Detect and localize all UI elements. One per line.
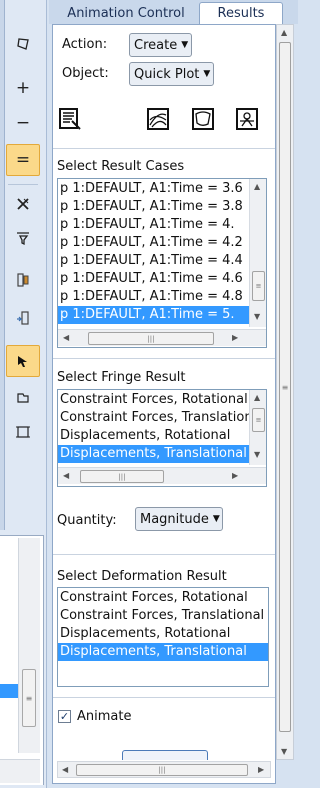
left-list-panel: ≡ bbox=[0, 535, 44, 785]
scroll-thumb[interactable]: ||| bbox=[88, 332, 214, 345]
deformation-attributes-icon[interactable] bbox=[190, 106, 216, 132]
fringe-result-list[interactable]: Constraint Forces, Rotational Constraint… bbox=[57, 389, 267, 487]
scroll-right-icon[interactable]: ▶ bbox=[258, 765, 264, 774]
list-item[interactable]: p 1:DEFAULT, A1:Time = 3.8 bbox=[58, 198, 250, 216]
filter-icon[interactable] bbox=[6, 222, 40, 254]
list-item[interactable]: p 1:DEFAULT, A1:Time = 4. bbox=[58, 216, 250, 234]
left-scroll-thumb[interactable]: ≡ bbox=[22, 669, 36, 727]
list-item[interactable]: Displacements, Rotational bbox=[58, 427, 250, 445]
list-item-selected[interactable]: p 1:DEFAULT, A1:Time = 5. bbox=[58, 306, 250, 324]
list-item[interactable]: p 1:DEFAULT, A1:Time = 4.6 bbox=[58, 270, 250, 288]
scroll-left-icon[interactable]: ◀ bbox=[62, 765, 68, 774]
zoom-out-icon[interactable]: − bbox=[6, 107, 40, 139]
rectangle-icon[interactable] bbox=[6, 382, 40, 414]
zoom-in-icon[interactable]: + bbox=[6, 72, 40, 104]
object-value: Quick Plot bbox=[134, 66, 200, 82]
action-value: Create bbox=[134, 37, 178, 53]
chevron-down-icon: ▼ bbox=[203, 69, 211, 79]
view-frame-icon[interactable] bbox=[6, 416, 40, 448]
result-cases-title: Select Result Cases bbox=[57, 159, 185, 174]
action-dropdown[interactable]: Create ▼ bbox=[129, 33, 192, 57]
quantity-label: Quantity: bbox=[57, 513, 117, 528]
left-selected-row[interactable] bbox=[0, 684, 18, 698]
scroll-left-icon[interactable]: ◀ bbox=[63, 471, 69, 480]
object-label: Object: bbox=[62, 66, 109, 81]
list-item-selected[interactable]: Displacements, Translational bbox=[58, 445, 250, 463]
object-dropdown[interactable]: Quick Plot ▼ bbox=[129, 62, 214, 86]
list-item[interactable]: Constraint Forces, Rotational bbox=[58, 391, 250, 409]
scroll-thumb[interactable]: ||| bbox=[80, 470, 164, 483]
list-item[interactable]: Displacements, Rotational bbox=[58, 625, 268, 643]
deformation-result-title: Select Deformation Result bbox=[57, 569, 227, 584]
list-item[interactable]: Constraint Forces, Translational bbox=[58, 607, 268, 625]
panel-vscrollbar[interactable]: ▲ ≡ ▼ bbox=[276, 24, 294, 760]
left-horizontal-scrollbar[interactable] bbox=[0, 759, 40, 783]
fringe-hscrollbar[interactable]: ◀ ||| ▶ bbox=[58, 467, 266, 484]
animate-label: Animate bbox=[77, 709, 132, 724]
polygon-select-icon[interactable] bbox=[6, 28, 40, 60]
scroll-thumb[interactable]: ≡ bbox=[252, 408, 265, 432]
quantity-dropdown[interactable]: Magnitude ▼ bbox=[135, 507, 223, 531]
list-item[interactable]: p 1:DEFAULT, A1:Time = 4.2 bbox=[58, 234, 250, 252]
scroll-down-icon[interactable]: ▼ bbox=[254, 312, 260, 321]
panel-hscrollbar[interactable]: ◀ ||| ▶ bbox=[57, 761, 271, 778]
scroll-thumb[interactable]: ≡ bbox=[252, 271, 265, 301]
animate-group: ✓ Animate bbox=[53, 697, 275, 757]
scroll-up-icon[interactable]: ▲ bbox=[254, 393, 260, 402]
list-item[interactable]: p 1:DEFAULT, A1:Time = 3.6 bbox=[58, 180, 250, 198]
scroll-down-icon[interactable]: ▼ bbox=[281, 747, 287, 756]
stack-icon[interactable] bbox=[6, 264, 40, 296]
result-cases-list[interactable]: p 1:DEFAULT, A1:Time = 3.6 p 1:DEFAULT, … bbox=[57, 178, 267, 348]
result-cases-hscrollbar[interactable]: ◀ ||| ▶ bbox=[58, 329, 266, 346]
animation-options-icon[interactable] bbox=[234, 106, 260, 132]
chevron-down-icon: ▼ bbox=[181, 40, 189, 50]
fringe-result-group: Select Fringe Result Constraint Forces, … bbox=[53, 358, 275, 531]
list-item[interactable]: p 1:DEFAULT, A1:Time = 4.8 bbox=[58, 288, 250, 306]
list-item[interactable]: Constraint Forces, Translational bbox=[58, 409, 264, 427]
delete-icon[interactable] bbox=[6, 188, 40, 220]
fringe-attributes-icon[interactable] bbox=[145, 106, 171, 132]
scroll-down-icon[interactable]: ▼ bbox=[254, 450, 260, 459]
fit-view-icon[interactable]: = bbox=[6, 144, 40, 176]
tab-results[interactable]: Results bbox=[199, 2, 283, 24]
scroll-thumb[interactable]: ||| bbox=[76, 764, 248, 776]
action-label: Action: bbox=[62, 37, 108, 52]
result-cases-group: Select Result Cases p 1:DEFAULT, A1:Time… bbox=[53, 148, 275, 358]
list-item-selected[interactable]: Displacements, Translational bbox=[58, 643, 268, 661]
tab-animation-control[interactable]: Animation Control bbox=[57, 2, 195, 24]
animate-checkbox[interactable]: ✓ bbox=[58, 710, 71, 723]
pointer-icon[interactable] bbox=[6, 345, 40, 377]
apply-button[interactable] bbox=[122, 750, 208, 760]
result-cases-vscrollbar[interactable]: ▲ ≡ ▼ bbox=[249, 179, 266, 327]
chevron-down-icon: ▼ bbox=[212, 514, 220, 524]
list-item[interactable]: Constraint Forces, Rotational bbox=[58, 589, 268, 607]
deformation-result-list[interactable]: Constraint Forces, Rotational Constraint… bbox=[57, 587, 269, 687]
transfer-icon[interactable] bbox=[6, 302, 40, 334]
results-panel: Action: Create ▼ Object: Quick Plot ▼ Se… bbox=[52, 24, 276, 784]
scroll-right-icon[interactable]: ▶ bbox=[232, 471, 238, 480]
scroll-up-icon[interactable]: ▲ bbox=[281, 28, 287, 37]
fringe-vscrollbar[interactable]: ▲ ≡ ▼ bbox=[249, 390, 266, 465]
scroll-left-icon[interactable]: ◀ bbox=[63, 333, 69, 342]
select-results-icon[interactable] bbox=[57, 106, 83, 132]
quantity-value: Magnitude bbox=[140, 511, 209, 527]
toolbar-edge bbox=[0, 0, 5, 530]
deformation-result-group: Select Deformation Result Constraint For… bbox=[53, 554, 275, 694]
scroll-thumb[interactable]: ≡ bbox=[279, 42, 291, 732]
scroll-up-icon[interactable]: ▲ bbox=[254, 182, 260, 191]
scroll-right-icon[interactable]: ▶ bbox=[232, 333, 238, 342]
toolbar-separator bbox=[8, 184, 38, 185]
tab-bar: Animation Control Results bbox=[49, 0, 298, 24]
fringe-result-title: Select Fringe Result bbox=[57, 370, 186, 385]
list-item[interactable]: p 1:DEFAULT, A1:Time = 4.4 bbox=[58, 252, 250, 270]
